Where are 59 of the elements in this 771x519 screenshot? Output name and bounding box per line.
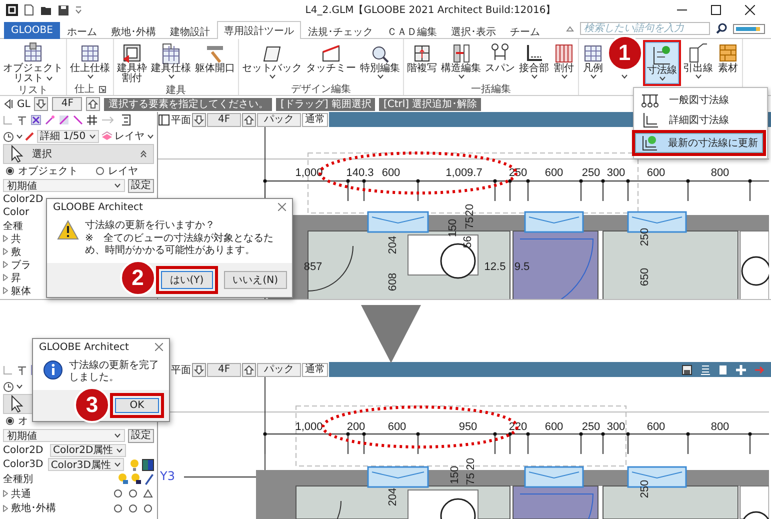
group-label: 仕上 xyxy=(74,84,94,94)
dimension-label: 600 xyxy=(544,421,564,433)
dimension-label: 200 xyxy=(346,421,366,433)
dimension-label: 1,000 xyxy=(295,421,323,433)
dimension-label: 250 xyxy=(582,421,600,433)
dimension-label: 650 xyxy=(639,268,651,286)
dimension-label: 600 xyxy=(388,421,406,433)
dialog-message: 寸法線の更新を行いますか？ xyxy=(85,220,216,232)
group-label: リスト xyxy=(18,86,48,95)
grid-label: Y3 xyxy=(160,469,175,483)
dimension-label: 600 xyxy=(544,167,564,179)
group-label: 建具 xyxy=(166,86,186,95)
view-name: 平面 xyxy=(171,114,191,126)
dimension-label: 20 xyxy=(464,204,476,216)
status-prompt: 選択する要素を指定してください。 xyxy=(104,98,272,110)
dimension-label: 250 xyxy=(508,167,528,179)
dimension-label: 800 xyxy=(710,421,730,433)
dialog-title: GLOOBE Architect xyxy=(39,342,129,352)
dimension-label: 950 xyxy=(458,421,478,433)
level-label: GL xyxy=(17,98,30,110)
dimension-label: 140.3 xyxy=(346,167,374,179)
key-hint: [ドラッグ] 範囲選択 xyxy=(276,98,376,110)
dimension-label: 1,000 xyxy=(295,167,323,179)
row-label: 全種別 xyxy=(3,473,33,486)
dimension-label: 300 xyxy=(606,167,626,179)
row-label: Color2D xyxy=(3,444,44,456)
dimension-label: 75 xyxy=(465,472,477,486)
dimension-label: 600 xyxy=(646,421,666,433)
dialog-message: 寸法線の更新を完了しました。 xyxy=(69,360,160,384)
row-label: Color3D xyxy=(3,459,44,470)
dimension-label: 250 xyxy=(639,480,651,498)
dimension-label: 600 xyxy=(646,167,666,179)
dimension-label: 150 xyxy=(447,218,459,238)
dimension-label: 20 xyxy=(465,458,477,470)
dimension-label: 250 xyxy=(582,167,600,179)
row-label: Color xyxy=(3,207,30,218)
group-label: デザイン編集 xyxy=(291,84,351,94)
group-label: 一括編集 xyxy=(471,84,511,94)
dimension-label: 204 xyxy=(387,488,399,506)
dimension-label: 608 xyxy=(387,272,399,292)
window-title: L4_2.GLM【GLOOBE 2021 Architect Build:12016】 xyxy=(304,4,557,17)
dimension-label: 204 xyxy=(387,236,399,254)
dimension-label: 600 xyxy=(382,167,400,179)
dimension-label: 150 xyxy=(449,466,461,484)
row-label: 全種 xyxy=(3,220,23,232)
dimension-label: 250 xyxy=(639,228,651,246)
step-number-badge: 1 xyxy=(606,35,642,71)
dimension-label: 800 xyxy=(710,167,730,179)
dimension-label: 1,009.7 xyxy=(446,167,482,179)
dimension-label: 75 xyxy=(464,216,476,230)
view-name: 平面 xyxy=(171,364,191,376)
row-label: Color2D xyxy=(3,194,44,205)
panel-title: 選択 xyxy=(32,148,52,161)
dimension-label: 9.5 xyxy=(514,261,530,273)
dimension-label: 300 xyxy=(606,421,626,433)
dialog-note: ※ 全てのビューの寸法線が対象となるため、時間がかかる可能性があります。 xyxy=(85,233,274,257)
key-hint: [Ctrl] 選択追加･解除 xyxy=(379,98,482,110)
dimension-label: 12.5 xyxy=(484,261,506,273)
dialog-title: GLOOBE Architect xyxy=(53,202,143,212)
